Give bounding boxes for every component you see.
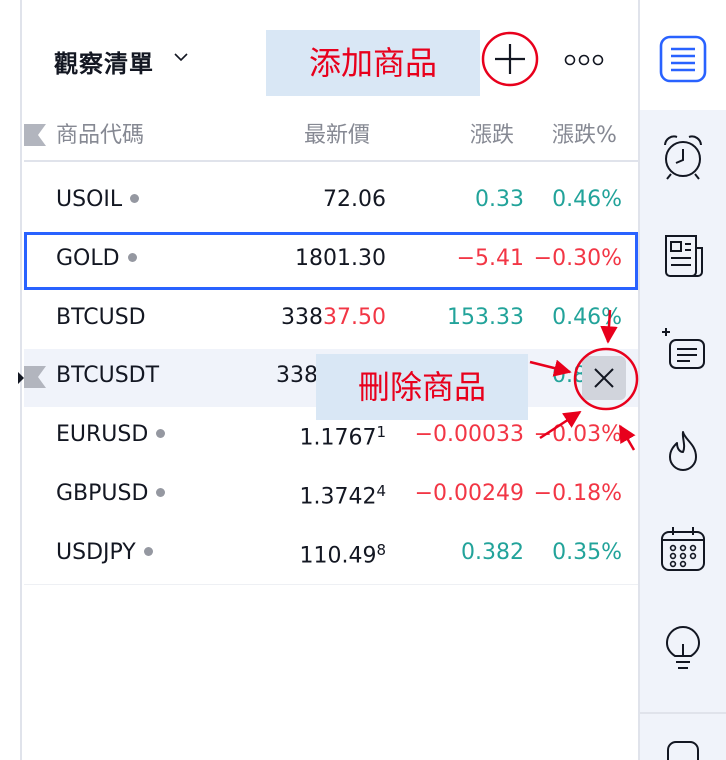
column-header-last[interactable]: 最新價: [304, 116, 370, 156]
market-status-dot: [143, 546, 153, 556]
last-price: 1.3742: [299, 484, 377, 510]
market-status-dot: [130, 193, 140, 203]
add-symbol-icon[interactable]: [484, 34, 536, 84]
market-status-dot: [156, 487, 166, 497]
row-divider: [24, 584, 638, 585]
last-price: 72.06: [323, 187, 386, 212]
column-header-change-pct[interactable]: 漲跌%: [552, 116, 617, 156]
annotation-delete-symbol: 刪除商品: [316, 354, 528, 420]
change-value: −0.00249: [414, 481, 524, 506]
ideas-stream-icon[interactable]: [656, 322, 710, 376]
change-percent: −0.03%: [533, 422, 622, 447]
table-row-selected[interactable]: GOLD 1801.30 −5.41 −0.30%: [24, 232, 638, 290]
change-value: 0.33: [475, 187, 524, 212]
change-percent: 0.35%: [552, 540, 622, 565]
last-price: 338: [276, 363, 318, 388]
hotlist-flame-icon[interactable]: [656, 424, 710, 478]
table-row[interactable]: USOIL 72.06 0.33 0.46%: [24, 173, 638, 231]
last-price: 110.49: [299, 543, 377, 569]
chat-icon[interactable]: [656, 740, 710, 760]
change-percent: −0.18%: [533, 481, 622, 506]
last-price: 1801.30: [295, 246, 386, 271]
flag-icon[interactable]: [24, 366, 46, 388]
chevron-down-icon[interactable]: [174, 52, 188, 62]
last-price: 1.1767: [299, 425, 377, 451]
flag-icon[interactable]: [24, 124, 46, 146]
last-price-pip: 8: [376, 541, 386, 559]
watchlist-title[interactable]: 觀察清單: [54, 44, 154, 79]
symbol-label: USOIL: [56, 187, 123, 212]
header-divider: [24, 160, 638, 162]
watchlist-icon[interactable]: [656, 32, 710, 86]
last-price-pip: 1: [376, 423, 386, 441]
annotation-add-symbol: 添加商品: [266, 30, 480, 96]
more-options-icon[interactable]: [564, 54, 604, 66]
table-row[interactable]: BTCUSD 33837.50 153.33 0.46%: [24, 291, 638, 349]
change-value: 153.33: [447, 305, 524, 330]
table-row[interactable]: GBPUSD 1.37424 −0.00249 −0.18%: [24, 467, 638, 525]
last-price-base: 338: [281, 305, 324, 330]
change-percent: 0.46%: [552, 187, 622, 212]
symbol-label: BTCUSDT: [56, 363, 160, 388]
change-value: 0.382: [461, 540, 524, 565]
column-header-change[interactable]: 漲跌: [470, 116, 514, 156]
symbol-label: BTCUSD: [56, 305, 146, 330]
last-price-pip: 4: [376, 482, 386, 500]
symbol-label: USDJPY: [56, 540, 136, 565]
symbol-label: GBPUSD: [56, 481, 149, 506]
change-percent: −0.30%: [533, 246, 622, 271]
last-price-flash: 37.50: [323, 305, 386, 330]
news-icon[interactable]: [656, 228, 710, 282]
market-status-dot: [156, 428, 166, 438]
symbol-label: EURUSD: [56, 422, 149, 447]
change-value: −0.00033: [414, 422, 524, 447]
symbol-label: GOLD: [56, 246, 120, 271]
alarm-clock-icon[interactable]: [656, 130, 710, 184]
market-status-dot: [127, 252, 137, 262]
change-percent: 0.46%: [552, 305, 622, 330]
table-row[interactable]: USDJPY 110.498 0.382 0.35%: [24, 526, 638, 584]
change-value: −5.41: [456, 246, 524, 271]
remove-symbol-button[interactable]: [582, 356, 626, 400]
column-header-symbol[interactable]: 商品代碼: [56, 116, 144, 156]
calendar-icon[interactable]: [656, 522, 710, 576]
close-icon: [594, 368, 614, 388]
right-toolbar-divider: [640, 712, 726, 714]
lightbulb-icon[interactable]: [656, 622, 710, 676]
